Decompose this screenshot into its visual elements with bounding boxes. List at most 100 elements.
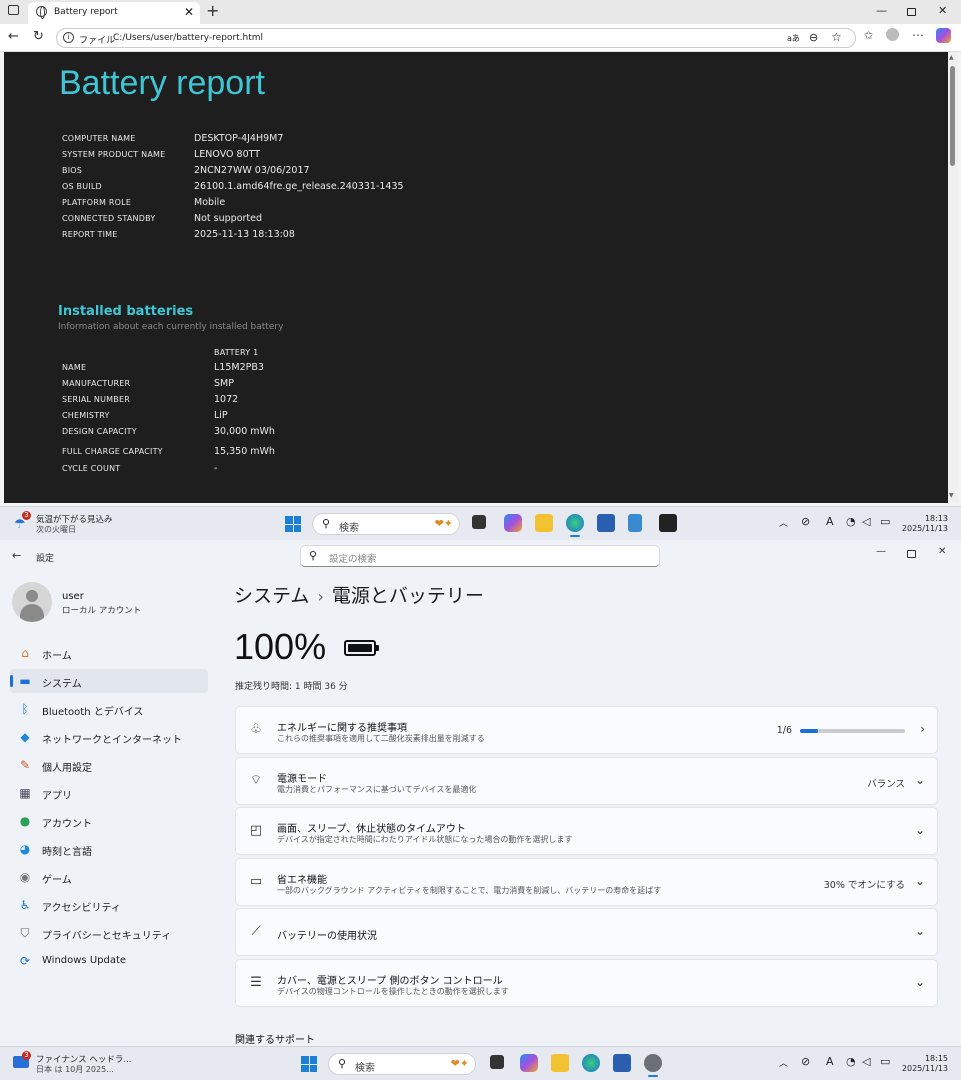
battery-tray-icon[interactable]: ▭ — [880, 515, 890, 528]
tab-title: Battery report — [54, 7, 118, 17]
tray-overflow-icon[interactable]: ︿ — [779, 516, 788, 529]
sidebar-item[interactable]: ● アカウント — [10, 809, 208, 833]
chevron-down-icon[interactable]: ⌄ — [915, 924, 925, 938]
sidebar-item[interactable]: ▬ システム — [10, 669, 208, 693]
chevron-down-icon[interactable]: ⌄ — [915, 975, 925, 989]
wifi-icon[interactable]: ◔ — [846, 515, 856, 528]
store-icon[interactable] — [597, 514, 615, 532]
taskbar-search[interactable]: ⚲ 検索 ❤✦ — [312, 513, 460, 535]
refresh-icon[interactable]: ↻ — [33, 29, 44, 44]
task-view-icon[interactable] — [472, 515, 486, 529]
taskbar-clock[interactable]: 18:13 2025/11/13 — [900, 514, 948, 534]
scroll-down-icon[interactable]: ▼ — [949, 492, 954, 499]
taskbar-search[interactable]: ⚲ 検索 ❤✦ — [328, 1053, 476, 1075]
settings-search-placeholder: 設定の検索 — [329, 554, 377, 565]
system-info-label: CONNECTED STANDBY — [62, 214, 156, 223]
system-info-value: 2025-11-13 18:13:08 — [194, 229, 295, 240]
battery-percentage: 100% — [234, 626, 327, 667]
start-button[interactable] — [301, 1056, 317, 1072]
system-info-label: REPORT TIME — [62, 230, 118, 239]
sidebar-item[interactable]: ⛉ プライバシーとセキュリティ — [10, 921, 208, 945]
tray-cloud-icon[interactable]: ⊘ — [801, 1055, 810, 1068]
volume-icon[interactable]: ◁ — [862, 1055, 870, 1068]
settings-gear-icon[interactable] — [644, 1054, 662, 1077]
scroll-thumb[interactable] — [950, 66, 955, 166]
back-arrow-icon[interactable]: ← — [12, 549, 21, 562]
avatar[interactable] — [12, 582, 52, 622]
favorite-star-icon[interactable]: ☆ — [831, 30, 842, 44]
battery-tray-icon[interactable]: ▭ — [880, 1055, 890, 1068]
scroll-up-icon[interactable]: ▲ — [949, 54, 954, 61]
ime-mode-icon[interactable]: A — [826, 515, 834, 528]
wifi-icon[interactable]: ◔ — [846, 1055, 856, 1068]
breadcrumb-parent[interactable]: システム — [234, 585, 309, 607]
read-aloud-icon[interactable]: aあ — [787, 33, 800, 44]
tray-cloud-icon[interactable]: ⊘ — [801, 515, 810, 528]
task-view-icon[interactable] — [490, 1055, 504, 1069]
search-icon: ⚲ — [309, 549, 318, 562]
copilot-icon[interactable] — [936, 28, 951, 43]
sidebar-item[interactable]: ✎ 個人用設定 — [10, 753, 208, 777]
ime-mode-icon[interactable]: A — [826, 1055, 834, 1068]
chevron-down-icon[interactable]: ⌄ — [915, 823, 925, 837]
chevron-down-icon[interactable]: ⌄ — [915, 874, 925, 888]
settings-card[interactable]: ♧ エネルギーに関する推奨事項 これらの推奨事項を適用して二酸化炭素排出量を削減する… — [235, 706, 938, 754]
settings-card[interactable]: ◰ 画面、スリープ、休止状態のタイムアウト デバイスが指定された時間にわたりアイドル… — [235, 807, 938, 856]
battery-column-header: BATTERY 1 — [214, 348, 259, 357]
copilot-app-icon[interactable] — [504, 514, 522, 532]
info-icon[interactable]: i — [63, 32, 74, 43]
new-tab-icon[interactable]: + — [206, 1, 219, 20]
sidebar-item[interactable]: ◆ ネットワークとインターネット — [10, 725, 208, 749]
file-explorer-icon[interactable] — [551, 1054, 569, 1072]
search-highlight-icon: ❤✦ — [450, 1057, 469, 1070]
close-window-icon[interactable]: ✕ — [938, 4, 947, 17]
card-description: デバイスが指定された時間にわたりアイドル状態になった場合の動作を選択します — [277, 835, 573, 845]
settings-card[interactable]: ⟋ バッテリーの使用状況 ⌄ — [235, 908, 938, 957]
tray-overflow-icon[interactable]: ︿ — [779, 1056, 788, 1069]
edge-icon[interactable] — [582, 1054, 600, 1072]
vertical-scrollbar[interactable]: ▲ ▼ — [948, 52, 958, 503]
more-icon[interactable]: ⋯ — [912, 28, 924, 42]
store-icon[interactable] — [613, 1054, 631, 1072]
volume-icon[interactable]: ◁ — [862, 515, 870, 528]
file-explorer-icon[interactable] — [535, 514, 553, 532]
url-text[interactable]: C:/Users/user/battery-report.html — [113, 33, 263, 43]
favorites-icon[interactable]: ✩ — [864, 29, 873, 42]
start-button[interactable] — [285, 516, 301, 532]
settings-card[interactable]: ▭ 省エネ機能 一部のバックグラウンド アクティビティを制限することで、電力消費を削… — [235, 857, 938, 906]
back-icon[interactable]: ← — [8, 29, 19, 44]
sidebar-item[interactable]: ⌂ ホーム — [10, 641, 208, 665]
battery-info-value: LiP — [214, 410, 228, 421]
notepad-icon[interactable] — [628, 514, 642, 532]
widget-subline[interactable]: 次の火曜日 — [36, 524, 76, 535]
close-window-icon[interactable]: ✕ — [938, 546, 946, 557]
minimize-icon[interactable]: — — [876, 546, 886, 557]
terminal-icon[interactable] — [659, 514, 677, 532]
sidebar-item[interactable]: ◉ ゲーム — [10, 865, 208, 889]
taskbar-clock[interactable]: 18:15 2025/11/13 — [900, 1054, 948, 1074]
profile-icon[interactable] — [886, 28, 899, 41]
settings-search-box[interactable]: ⚲ 設定の検索 — [300, 545, 660, 567]
zoom-icon[interactable]: ⊖ — [809, 31, 818, 44]
address-bar[interactable]: i ファイル C:/Users/user/battery-report.html… — [56, 28, 856, 48]
settings-card[interactable]: ☰ カバー、電源とスリープ 側のボタン コントロール デバイスの物理コントロールを操… — [235, 959, 938, 1007]
sidebar-item[interactable]: ᛒ Bluetooth とデバイス — [10, 697, 208, 721]
tab-battery-report[interactable]: Battery report ✕ — [28, 2, 200, 24]
tab-actions-icon[interactable] — [8, 5, 19, 15]
card-description: これらの推奨事項を適用して二酸化炭素排出量を削減する — [277, 734, 485, 743]
report-title: Battery report — [59, 64, 265, 102]
widget-subline[interactable]: 日本 は 10月 2025... — [36, 1064, 114, 1075]
sidebar-item[interactable]: ⟳ Windows Update — [10, 949, 208, 973]
restore-icon[interactable] — [907, 8, 916, 16]
sidebar-item[interactable]: ♿ アクセシビリティ — [10, 893, 208, 917]
chevron-right-icon[interactable]: › — [920, 722, 925, 736]
sidebar-item[interactable]: ▦ アプリ — [10, 781, 208, 805]
close-tab-icon[interactable]: ✕ — [184, 5, 194, 19]
settings-card[interactable]: ⌔ 電源モード 電力消費とパフォーマンスに基づいてデバイスを最適化 バランス ⌄ — [235, 756, 938, 805]
edge-icon[interactable] — [566, 514, 584, 537]
copilot-app-icon[interactable] — [520, 1054, 538, 1072]
restore-icon[interactable] — [907, 550, 916, 558]
sidebar-item[interactable]: ◕ 時刻と言語 — [10, 837, 208, 861]
minimize-icon[interactable]: — — [876, 4, 887, 17]
chevron-down-icon[interactable]: ⌄ — [915, 773, 925, 787]
